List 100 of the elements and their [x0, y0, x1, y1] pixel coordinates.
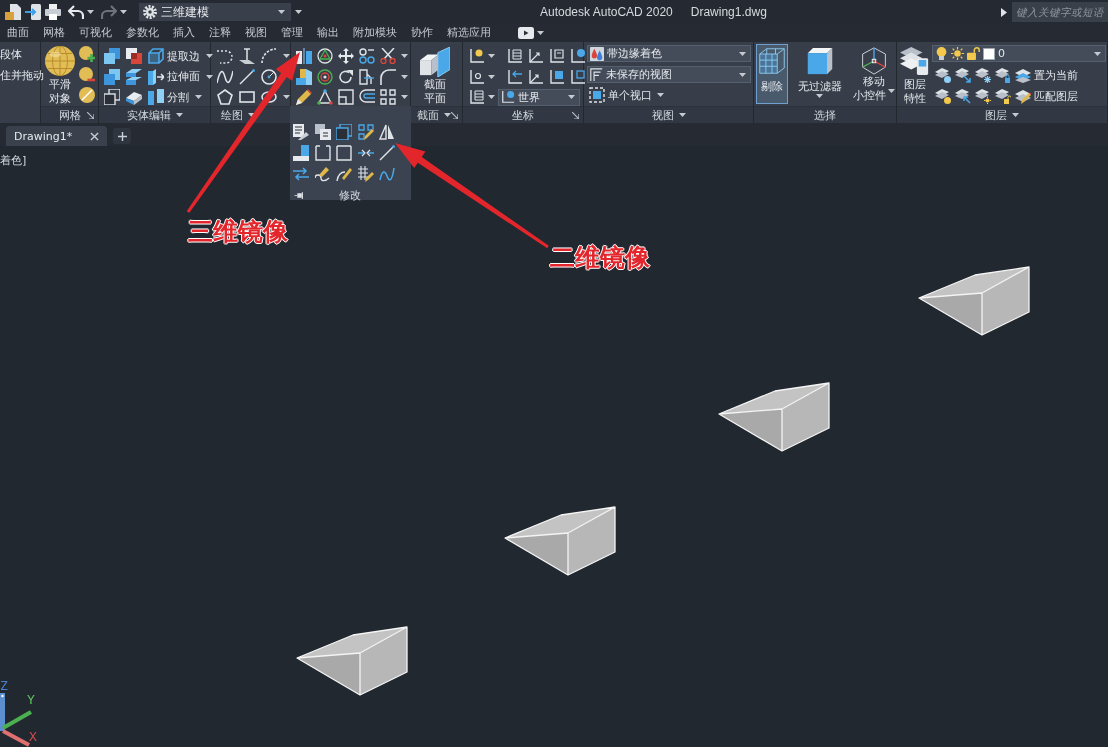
visual-style-dropdown[interactable]: 带边缘着色 — [587, 45, 751, 62]
file-tab[interactable]: Drawing1* — [6, 126, 107, 146]
caret-icon[interactable] — [1012, 113, 1019, 117]
ellipse-icon[interactable] — [261, 89, 277, 105]
sphere-slash-icon[interactable] — [79, 87, 95, 103]
caret-icon[interactable] — [401, 95, 408, 99]
squares-icon[interactable] — [126, 48, 142, 64]
sphere-minus-icon[interactable] — [79, 66, 95, 83]
caret-icon[interactable] — [488, 74, 495, 79]
ribbon-button[interactable]: 移动 小控件 — [851, 44, 896, 104]
ribbon-button[interactable]: 截面 平面 — [420, 45, 450, 106]
squares-icon[interactable] — [104, 89, 120, 105]
mirror-blocks-icon[interactable] — [296, 48, 312, 64]
swap-arrows-icon[interactable] — [293, 166, 309, 182]
scissors-icon[interactable] — [380, 48, 396, 64]
layer-lock-icon[interactable] — [995, 88, 1011, 104]
ribbon-button[interactable]: 平滑 对象 — [45, 44, 75, 106]
ribbon-tab[interactable]: 可视化 — [72, 24, 119, 42]
press-pull-icon[interactable] — [296, 68, 312, 85]
layer-arrow-icon[interactable] — [955, 67, 971, 83]
caret-icon[interactable] — [401, 54, 408, 58]
caret-icon[interactable] — [283, 95, 290, 99]
ribbon-button[interactable]: 匹配图层 — [1015, 88, 1078, 104]
axes-icon[interactable] — [549, 68, 565, 85]
ribbon-tab[interactable]: 视图 — [238, 24, 274, 42]
ribbon-button[interactable]: 无过滤器 — [797, 44, 843, 104]
axes-icon[interactable] — [507, 68, 523, 85]
rotate-3d-icon[interactable] — [317, 48, 333, 64]
dialog-launcher-icon[interactable] — [451, 111, 458, 119]
open-box-icon[interactable] — [314, 145, 331, 161]
caret-icon[interactable] — [488, 54, 495, 58]
cubes-icon[interactable] — [104, 68, 120, 85]
ribbon-button[interactable]: 单个视口 — [589, 87, 652, 103]
sphere-plus-icon[interactable] — [79, 46, 95, 62]
axes-icon[interactable] — [469, 48, 485, 64]
grid-icon[interactable] — [380, 89, 396, 105]
block-icon[interactable] — [293, 145, 309, 161]
line-icon[interactable] — [379, 145, 395, 161]
target-icon[interactable] — [317, 68, 333, 85]
ribbon-tab[interactable]: 网格 — [36, 24, 72, 42]
spline-icon[interactable] — [379, 166, 395, 182]
document-folder-icon[interactable] — [5, 4, 21, 20]
rectangle-icon[interactable] — [239, 89, 255, 105]
layer-arrow-icon[interactable] — [955, 88, 971, 104]
video-icon[interactable] — [518, 25, 534, 41]
ribbon-button[interactable]: 段体 — [0, 48, 40, 62]
new-tab-button[interactable] — [113, 128, 131, 144]
ucs-dropdown[interactable]: 世界 — [498, 88, 580, 106]
ribbon-button[interactable]: 图层 特性 — [900, 42, 930, 106]
caret-icon[interactable] — [678, 113, 686, 117]
layer-sun-icon[interactable] — [975, 88, 991, 104]
layer-snowflake-icon[interactable] — [975, 67, 991, 83]
axes-icon[interactable] — [570, 68, 586, 85]
circle-icon[interactable] — [261, 68, 277, 85]
ribbon-tab[interactable]: 参数化 — [119, 24, 166, 42]
undo-icon[interactable] — [68, 4, 84, 20]
ribbon-tab[interactable]: 注释 — [202, 24, 238, 42]
layer-dropdown[interactable]: 0 — [932, 45, 1106, 62]
workspace-dropdown[interactable]: 三维建模 — [139, 3, 291, 21]
caret-icon[interactable] — [175, 113, 183, 117]
scale-icon[interactable] — [338, 89, 354, 105]
move-icon[interactable] — [338, 48, 354, 64]
boxes-icon[interactable] — [336, 124, 352, 140]
arc-icon[interactable] — [261, 48, 277, 64]
grid-pencil-icon[interactable] — [357, 124, 374, 140]
box-outline-icon[interactable] — [336, 145, 352, 161]
copy-document-icon[interactable] — [314, 124, 331, 140]
ribbon-tab[interactable]: 附加模块 — [346, 24, 404, 42]
caret-icon[interactable] — [444, 113, 451, 117]
dialog-launcher-icon[interactable] — [572, 111, 579, 119]
caret-icon[interactable] — [206, 74, 213, 79]
stretch-icon[interactable] — [359, 68, 375, 85]
triangle-icon[interactable] — [317, 89, 333, 105]
pentagon-icon[interactable] — [217, 89, 233, 105]
document-edit-icon[interactable] — [293, 124, 309, 140]
ribbon-tab[interactable]: 精选应用 — [440, 24, 498, 42]
ribbon-tab[interactable]: 插入 — [166, 24, 202, 42]
caret-icon[interactable] — [295, 10, 302, 14]
fillet-icon[interactable] — [380, 68, 396, 85]
pencil-icon[interactable] — [314, 166, 331, 182]
slab-icon[interactable] — [126, 89, 142, 105]
layer-bulb-icon[interactable] — [935, 88, 951, 104]
caret-right-icon[interactable] — [1001, 7, 1007, 17]
caret-icon[interactable] — [120, 10, 127, 14]
layer-lock-icon[interactable] — [995, 67, 1011, 83]
caret-icon[interactable] — [87, 10, 94, 14]
axes-icon[interactable] — [570, 48, 586, 64]
ribbon-button[interactable]: 剔除 — [756, 44, 789, 104]
axes-icon[interactable] — [469, 68, 485, 85]
ribbon-tab[interactable]: 管理 — [274, 24, 310, 42]
printer-icon[interactable] — [45, 4, 61, 20]
axes-icon[interactable] — [528, 68, 544, 85]
axes-icon[interactable] — [507, 48, 523, 64]
viewport-controls-label[interactable]: 着色] — [0, 153, 27, 168]
named-view-dropdown[interactable]: 未保存的视图 — [587, 66, 751, 83]
ribbon-tab[interactable]: 输出 — [310, 24, 346, 42]
rotate-icon[interactable] — [338, 68, 354, 85]
copy-icon[interactable] — [359, 48, 375, 64]
axes-icon[interactable] — [528, 48, 544, 64]
hatch-pencil-icon[interactable] — [357, 166, 374, 182]
